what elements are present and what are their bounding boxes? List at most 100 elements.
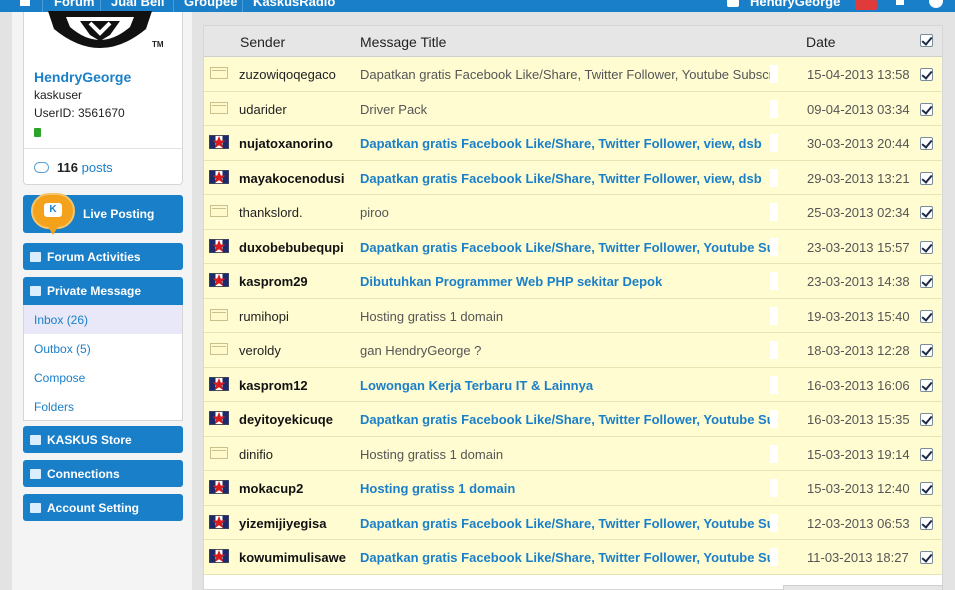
column-header-title[interactable]: Message Title	[360, 34, 446, 50]
message-title[interactable]: Dapatkan gratis Facebook Like/Share, Twi…	[360, 67, 775, 82]
message-title[interactable]: Dapatkan gratis Facebook Like/Share, Twi…	[360, 136, 775, 151]
message-title[interactable]: Driver Pack	[360, 102, 775, 117]
notification-icon[interactable]	[855, 0, 877, 10]
table-row[interactable]: duxobebubequpi Dapatkan gratis Facebook L…	[204, 229, 942, 264]
avatar[interactable]	[46, 11, 154, 57]
message-title[interactable]: Dapatkan gratis Facebook Like/Share, Twi…	[360, 550, 775, 565]
account-setting-button[interactable]: Account Setting	[23, 494, 183, 521]
nav-divider	[173, 0, 174, 12]
message-sender[interactable]: zuzowiqoqegaco	[239, 67, 336, 82]
private-message-label: Private Message	[47, 284, 142, 298]
message-sender[interactable]: kowumimulisawe	[239, 550, 346, 565]
column-header-sender[interactable]: Sender	[240, 34, 285, 50]
message-sender[interactable]: dinifio	[239, 447, 273, 462]
message-sender[interactable]: yizemijiyegisa	[239, 516, 326, 531]
message-sender[interactable]: veroldy	[239, 343, 281, 358]
row-checkbox[interactable]	[920, 447, 933, 461]
row-checkbox[interactable]	[920, 482, 933, 495]
message-sender[interactable]: rumihopi	[239, 309, 289, 324]
nav-item-groupee[interactable]: Groupee	[184, 0, 237, 9]
message-sender[interactable]: mayakocenodusi	[239, 171, 345, 186]
sidebar-item-folders[interactable]: Folders	[24, 392, 182, 421]
row-checkbox[interactable]	[920, 309, 933, 323]
nav-item-forum[interactable]: Forum	[54, 0, 94, 9]
flag-icon[interactable]	[896, 0, 904, 5]
message-title[interactable]: Dapatkan gratis Facebook Like/Share, Twi…	[360, 516, 775, 531]
table-row[interactable]: kowumimulisawe Dapatkan gratis Facebook L…	[204, 540, 942, 575]
forum-activities-label: Forum Activities	[47, 249, 141, 264]
row-checkbox[interactable]	[920, 378, 933, 392]
title-fade	[770, 237, 778, 256]
row-checkbox[interactable]	[920, 516, 933, 530]
message-title[interactable]: Lowongan Kerja Terbaru IT & Lainnya	[360, 378, 775, 393]
table-row[interactable]: rumihopi Hosting gratiss 1 domain 19-03-20…	[204, 298, 942, 333]
message-title[interactable]: Hosting gratiss 1 domain	[360, 481, 775, 496]
table-row[interactable]: veroldy gan HendryGeorge ? 18-03-2013 12:2…	[204, 333, 942, 368]
message-sender[interactable]: mokacup2	[239, 481, 303, 496]
message-sender[interactable]: udarider	[239, 102, 287, 117]
table-row[interactable]: kasprom29 Dibutuhkan Programmer Web PHP s…	[204, 264, 942, 299]
table-row[interactable]: deyitoyekicuqe Dapatkan gratis Facebook L…	[204, 402, 942, 437]
table-row[interactable]: nujatoxanorino Dapatkan gratis Facebook L…	[204, 126, 942, 161]
message-sender[interactable]: kasprom12	[239, 378, 308, 393]
row-checkbox[interactable]	[920, 275, 933, 288]
row-checkbox[interactable]	[920, 413, 933, 426]
nav-item-jual-beli[interactable]: Jual Beli	[111, 0, 164, 9]
table-row[interactable]: yizemijiyegisa Dapatkan gratis Facebook L…	[204, 505, 942, 540]
sidebar-item-inbox[interactable]: Inbox (26)	[24, 305, 182, 334]
table-row[interactable]: udarider Driver Pack 09-04-2013 03:34	[204, 91, 942, 126]
user-icon[interactable]	[727, 0, 739, 7]
row-checkbox[interactable]	[920, 344, 933, 357]
message-title[interactable]: Dibutuhkan Programmer Web PHP sekitar De…	[360, 274, 775, 289]
title-fade	[770, 168, 778, 187]
select-all-checkbox[interactable]	[920, 34, 933, 47]
read-envelope-icon	[210, 446, 228, 459]
gear-icon[interactable]	[929, 0, 943, 8]
message-title[interactable]: Dapatkan gratis Facebook Like/Share, Twi…	[360, 240, 775, 255]
private-message-submenu: Inbox (26) Outbox (5) Compose Folders	[23, 305, 183, 421]
profile-username[interactable]: HendryGeorge	[34, 69, 131, 85]
connections-button[interactable]: Connections	[23, 460, 183, 487]
row-checkbox[interactable]	[920, 206, 933, 219]
message-sender[interactable]: thankslord.	[239, 205, 303, 220]
message-title[interactable]: Hosting gratiss 1 domain	[360, 447, 775, 462]
message-title[interactable]: Dapatkan gratis Facebook Like/Share, Twi…	[360, 412, 775, 427]
pagination[interactable]	[783, 585, 943, 590]
column-header-date[interactable]: Date	[806, 34, 836, 50]
message-title[interactable]: Hosting gratiss 1 domain	[360, 309, 775, 324]
message-sender[interactable]: deyitoyekicuqe	[239, 412, 333, 427]
kaskus-store-button[interactable]: KASKUS Store	[23, 426, 183, 453]
nav-username[interactable]: HendryGeorge	[750, 0, 840, 9]
sidebar-item-compose[interactable]: Compose	[24, 363, 182, 392]
posts-link[interactable]: 116 posts	[34, 160, 113, 175]
table-row[interactable]: dinifio Hosting gratiss 1 domain 15-03-201…	[204, 436, 942, 471]
table-row[interactable]: thankslord. piroo 25-03-2013 02:34	[204, 195, 942, 230]
row-checkbox[interactable]	[920, 240, 933, 254]
table-row[interactable]: mokacup2 Hosting gratiss 1 domain 15-03-20…	[204, 471, 942, 506]
message-table: Sender Message Title Date zuzowiqoqegaco…	[203, 25, 943, 590]
row-checkbox[interactable]	[920, 68, 933, 81]
table-row[interactable]: mayakocenodusi Dapatkan gratis Facebook L…	[204, 160, 942, 195]
connections-icon	[30, 468, 41, 479]
row-checkbox[interactable]	[920, 102, 933, 116]
message-sender[interactable]: nujatoxanorino	[239, 136, 333, 151]
message-sender[interactable]: duxobebubequpi	[239, 240, 344, 255]
title-fade	[770, 99, 778, 118]
message-sender[interactable]: kasprom29	[239, 274, 308, 289]
forum-activities-button[interactable]: Forum Activities	[23, 243, 183, 270]
sidebar-item-outbox[interactable]: Outbox (5)	[24, 334, 182, 363]
message-title[interactable]: piroo	[360, 205, 775, 220]
sidebar-item-label: Outbox (5)	[34, 342, 91, 356]
row-checkbox[interactable]	[920, 137, 933, 150]
home-icon[interactable]	[20, 0, 30, 6]
nav-item-kaskusradio[interactable]: KaskusRadio	[253, 0, 335, 9]
trademark-mark: TM	[152, 40, 164, 49]
private-message-button[interactable]: Private Message	[23, 277, 183, 305]
message-title[interactable]: Dapatkan gratis Facebook Like/Share, Twi…	[360, 171, 775, 186]
row-checkbox[interactable]	[920, 171, 933, 185]
table-row[interactable]: zuzowiqoqegaco Dapatkan gratis Facebook L…	[204, 57, 942, 92]
row-checkbox[interactable]	[920, 551, 933, 564]
live-posting-icon[interactable]: K	[31, 193, 75, 235]
table-row[interactable]: kasprom12 Lowongan Kerja Terbaru IT & Lai…	[204, 367, 942, 402]
message-title[interactable]: gan HendryGeorge ?	[360, 343, 775, 358]
